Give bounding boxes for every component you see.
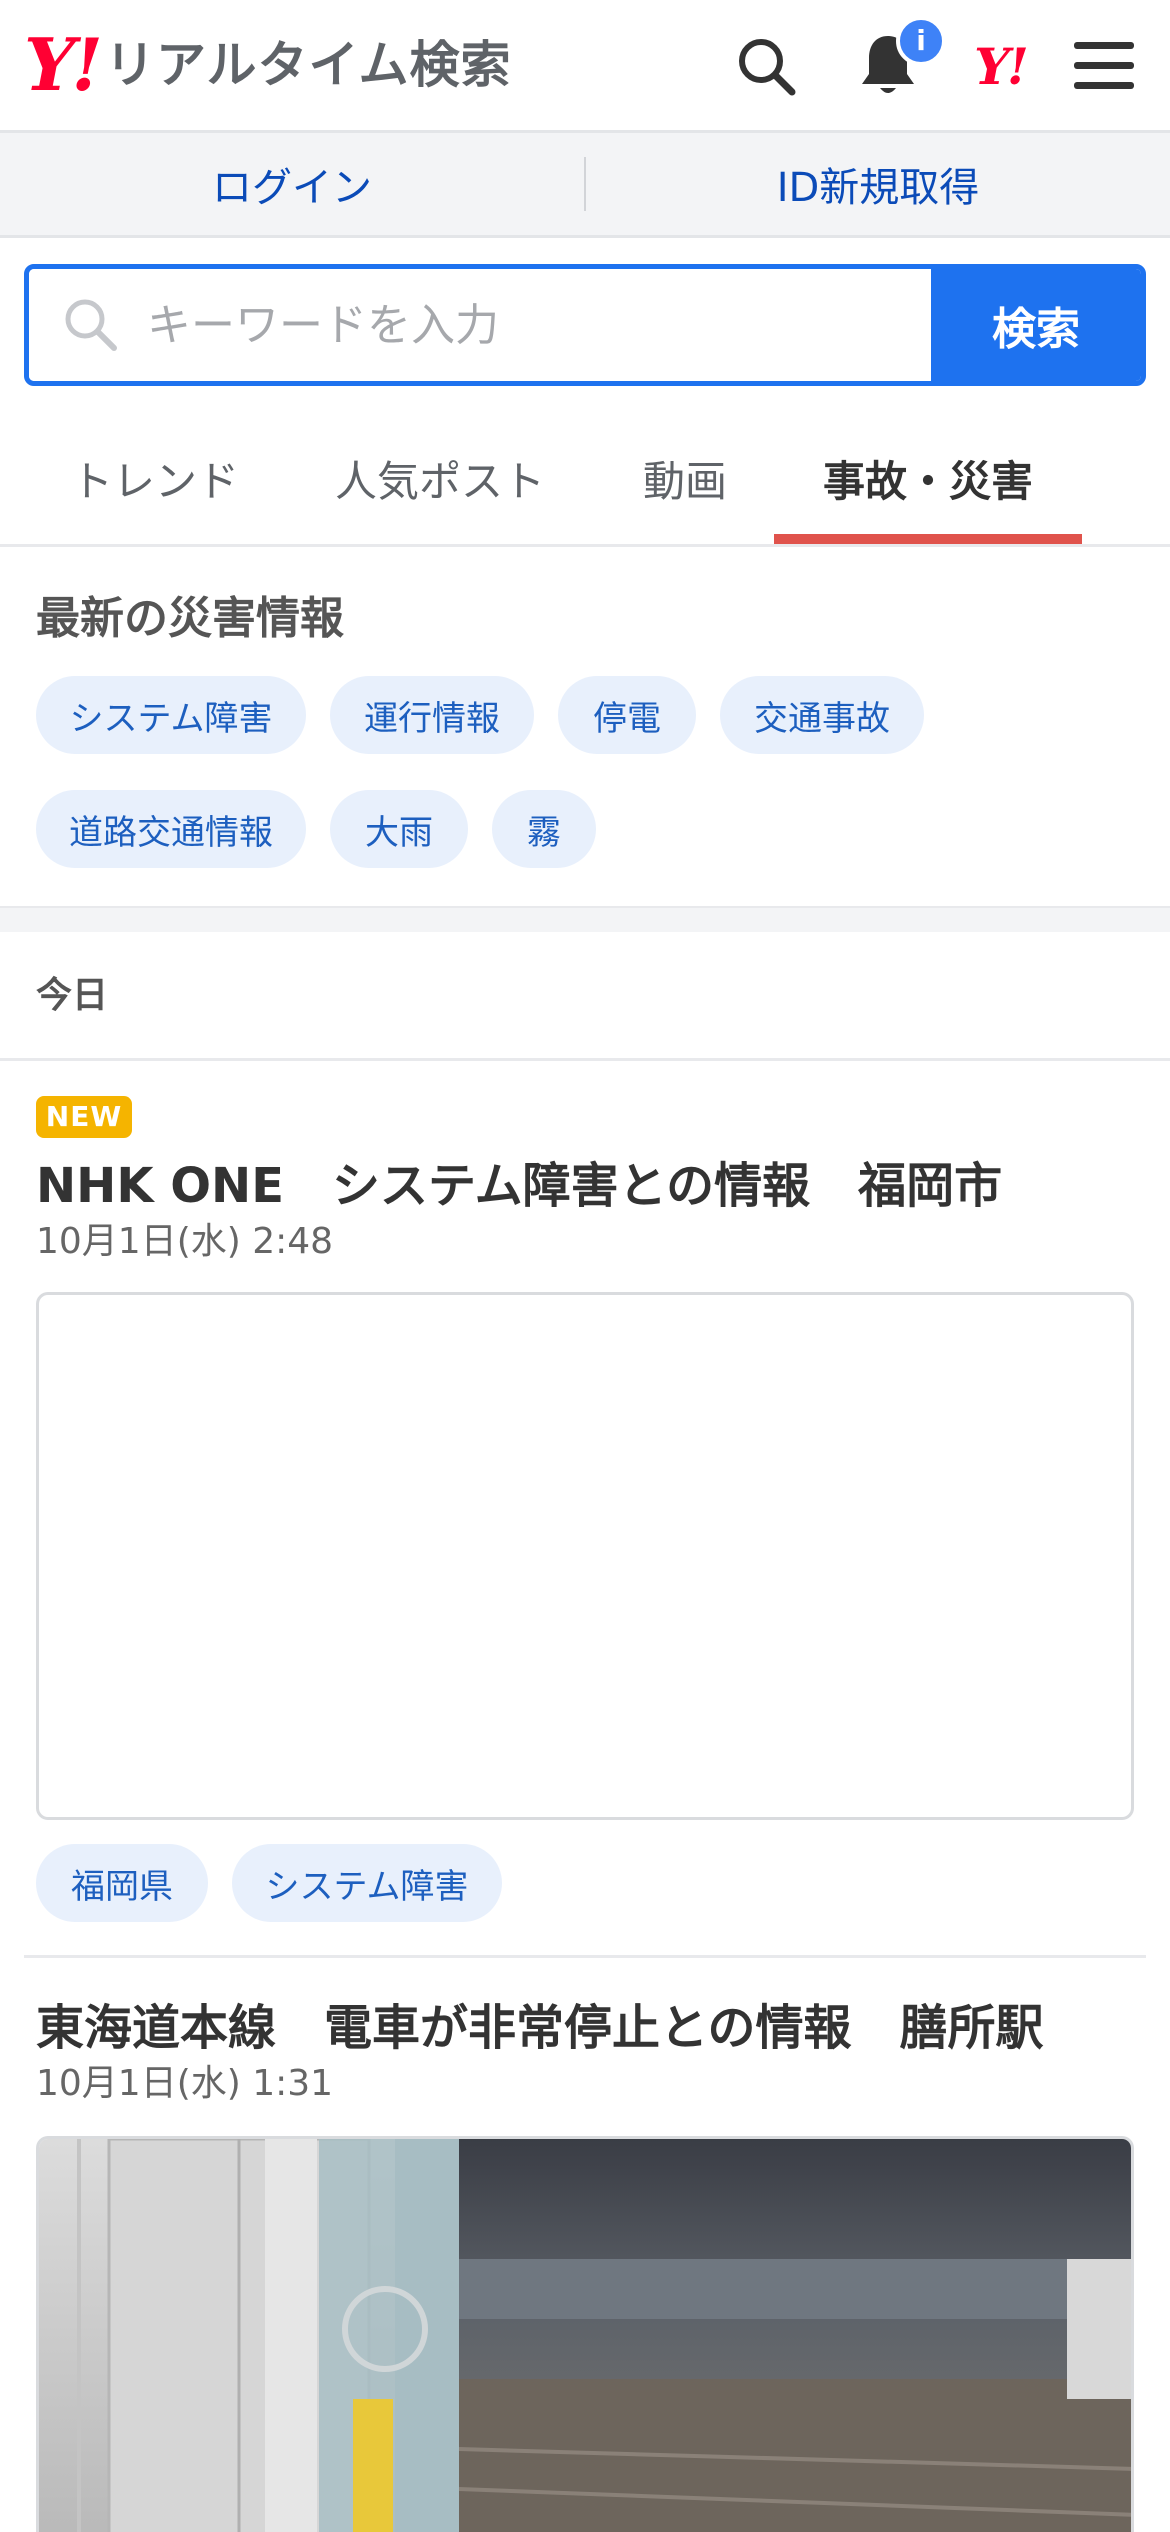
day-divider bbox=[0, 1058, 1170, 1061]
yahoo-japan-icon[interactable]: Y! bbox=[962, 28, 1038, 104]
search-field bbox=[29, 269, 931, 381]
chip-road-traffic-info[interactable]: 道路交通情報 bbox=[36, 790, 306, 868]
login-bar: ログイン ID新規取得 bbox=[0, 133, 1170, 238]
embedded-post[interactable] bbox=[36, 1292, 1134, 1820]
station-platform-image bbox=[39, 2139, 1131, 2532]
search-input[interactable] bbox=[147, 299, 887, 351]
tag-system-failure[interactable]: システム障害 bbox=[232, 1844, 502, 1922]
article-date: 10月1日(水) 2:48 bbox=[36, 1221, 334, 1262]
logo-title: リアルタイム検索 bbox=[105, 36, 512, 94]
chip-fog[interactable]: 霧 bbox=[492, 790, 596, 868]
tab-accidents-disasters[interactable]: 事故・災害 bbox=[774, 410, 1082, 547]
article-photo[interactable] bbox=[36, 2136, 1134, 2532]
article-title[interactable]: 東海道本線 電車が非常停止との情報 膳所駅 bbox=[36, 1988, 1044, 2058]
login-link[interactable]: ログイン bbox=[0, 155, 584, 213]
chip-heavy-rain[interactable]: 大雨 bbox=[330, 790, 468, 868]
day-label: 今日 bbox=[36, 975, 109, 1016]
search-icon[interactable] bbox=[728, 28, 804, 104]
chip-system-failure[interactable]: システム障害 bbox=[36, 676, 306, 754]
search-field-icon bbox=[65, 299, 117, 351]
article-title[interactable]: NHK ONE システム障害との情報 福岡市 bbox=[36, 1146, 1002, 1216]
search-bar: 検索 bbox=[24, 264, 1146, 386]
category-tabs: トレンド 人気ポスト 動画 事故・災害 bbox=[0, 410, 1170, 547]
new-badge: NEW bbox=[36, 1096, 132, 1138]
active-tab-indicator bbox=[774, 534, 1082, 544]
tab-popular-posts[interactable]: 人気ポスト bbox=[310, 410, 570, 547]
disaster-section-title: 最新の災害情報 bbox=[36, 593, 344, 644]
chip-power-outage[interactable]: 停電 bbox=[558, 676, 696, 754]
section-gap bbox=[0, 906, 1170, 932]
tab-videos[interactable]: 動画 bbox=[610, 410, 760, 547]
article-date: 10月1日(水) 1:31 bbox=[36, 2063, 334, 2104]
yahoo-logo-mark: Y! bbox=[24, 22, 103, 107]
chip-service-info[interactable]: 運行情報 bbox=[330, 676, 534, 754]
article-divider bbox=[24, 1955, 1146, 1958]
yahoo-japan-mark: Y! bbox=[974, 36, 1029, 96]
register-link[interactable]: ID新規取得 bbox=[586, 155, 1170, 213]
chip-traffic-accident[interactable]: 交通事故 bbox=[720, 676, 924, 754]
tab-trend[interactable]: トレンド bbox=[40, 410, 270, 547]
tag-fukuoka[interactable]: 福岡県 bbox=[36, 1844, 208, 1922]
notification-badge: i bbox=[896, 16, 946, 66]
app-header: Y! リアルタイム検索 i Y! bbox=[0, 0, 1170, 133]
search-button[interactable]: 検索 bbox=[931, 269, 1141, 381]
hamburger-menu-icon[interactable] bbox=[1066, 28, 1142, 104]
yahoo-realtime-logo[interactable]: Y! リアルタイム検索 bbox=[24, 22, 512, 107]
